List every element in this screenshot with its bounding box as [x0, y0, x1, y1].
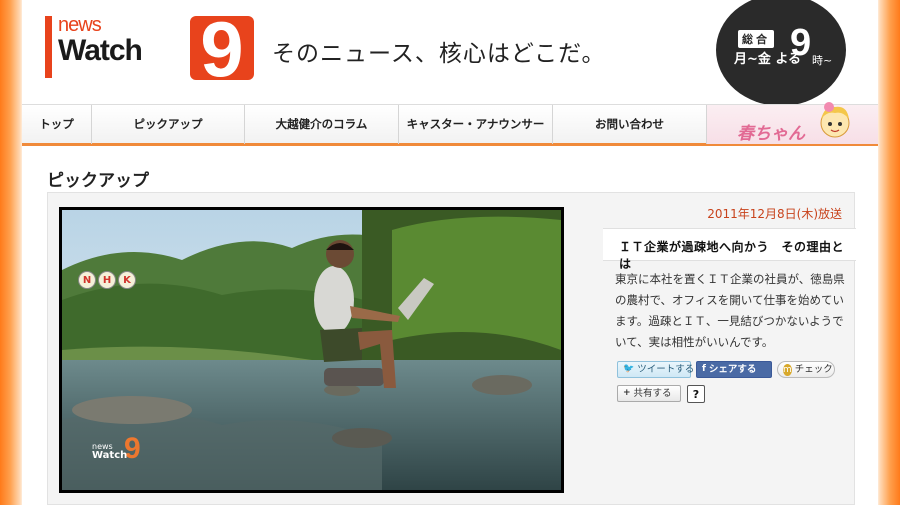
- nav-item-pickup[interactable]: ピックアップ: [92, 105, 245, 144]
- facebook-share-label: シェアする: [708, 364, 757, 375]
- logo-nine-mark: 9: [190, 16, 254, 80]
- main-nav: トップ ピックアップ 大越健介のコラム キャスター・アナウンサー お問い合わせ …: [22, 102, 878, 146]
- share-buttons-row-2: + 共有する ?: [617, 385, 705, 403]
- mixi-icon: m: [783, 363, 792, 376]
- share-buttons-row: 🐦 ツイートする f シェアする m チェック: [617, 361, 835, 378]
- video-watermark: 9 news Watch: [86, 432, 148, 465]
- pickup-article: NHK 9 news Watch 2011年12月8日(木)放送 ＩＴ企業が過疎…: [47, 192, 856, 505]
- help-button[interactable]: ?: [687, 385, 705, 403]
- tweet-button-label: ツイートする: [637, 364, 695, 375]
- broadcast-hour-suffix: 時~: [812, 54, 833, 67]
- air-date: 2011年12月8日(木)放送: [707, 207, 842, 221]
- twitter-icon: 🐦: [623, 364, 635, 374]
- video-player[interactable]: NHK 9 news Watch: [59, 207, 564, 493]
- facebook-share-button[interactable]: f シェアする: [696, 361, 772, 378]
- haru-chan-label: 春ちゃん: [737, 124, 805, 144]
- logo-nine-text: 9: [200, 16, 244, 80]
- nhk-letter-h: H: [98, 271, 116, 289]
- headline-box: ＩＴ企業が過疎地へ向かう その理由とは: [603, 228, 856, 271]
- article-headline: ＩＴ企業が過疎地へ向かう その理由とは: [619, 240, 845, 271]
- page-title: ピックアップ: [47, 171, 149, 191]
- logo-bar: [45, 16, 52, 78]
- nav-item-top[interactable]: トップ: [22, 105, 92, 144]
- broadcast-schedule-badge: 総合 月~金 よる 9 時~: [716, 0, 846, 106]
- mixi-check-label: チェック: [794, 364, 833, 375]
- broadcast-hour: 9: [790, 22, 812, 64]
- watermark-watch: Watch: [92, 450, 128, 461]
- site-tagline: そのニュース、核心はどこだ。: [272, 41, 606, 67]
- nhk-letter-n: N: [78, 271, 96, 289]
- plus-icon: +: [623, 388, 631, 398]
- nav-item-haru-chan[interactable]: 春ちゃん: [707, 102, 878, 144]
- site-logo[interactable]: news Watch 9: [42, 14, 254, 84]
- logo-watch-text: Watch: [58, 34, 143, 67]
- nhk-logo: NHK: [78, 268, 138, 289]
- facebook-icon: f: [702, 364, 706, 374]
- share-button-label: 共有する: [633, 388, 672, 399]
- channel-badge: 総合: [738, 30, 774, 48]
- nhk-letter-k: K: [118, 271, 136, 289]
- nav-item-contact[interactable]: お問い合わせ: [553, 105, 707, 144]
- nav-item-casters[interactable]: キャスター・アナウンサー: [399, 105, 553, 144]
- nav-item-column[interactable]: 大越健介のコラム: [245, 105, 399, 144]
- page: news Watch 9 そのニュース、核心はどこだ。 総合 月~金 よる 9 …: [22, 0, 878, 505]
- site-header: news Watch 9 そのニュース、核心はどこだ。 総合 月~金 よる 9 …: [22, 0, 878, 106]
- tweet-button[interactable]: 🐦 ツイートする: [617, 361, 695, 378]
- haru-chan-character-icon: [820, 102, 850, 138]
- article-info: 2011年12月8日(木)放送 ＩＴ企業が過疎地へ向かう その理由とは 東京に本…: [603, 193, 856, 505]
- mixi-check-button[interactable]: m チェック: [777, 361, 835, 378]
- article-description: 東京に本社を置くＩＴ企業の社員が、徳島県の農村で、オフィスを開いて仕事を始めてい…: [615, 272, 845, 349]
- share-button[interactable]: + 共有する: [617, 385, 681, 402]
